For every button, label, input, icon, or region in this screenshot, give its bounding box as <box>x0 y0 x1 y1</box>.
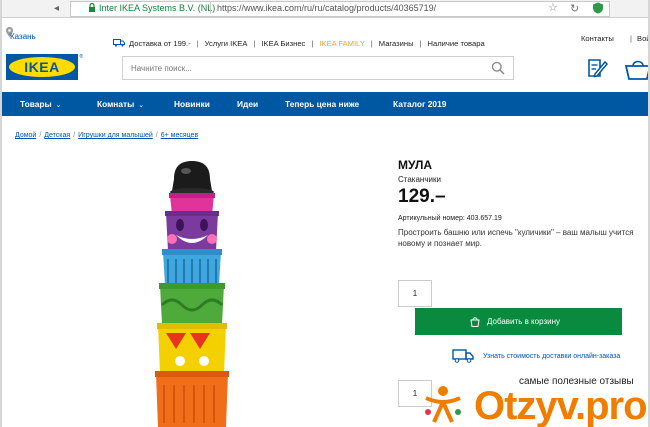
search-placeholder: Начните поиск... <box>131 64 192 73</box>
ikea-logo[interactable]: IKEA ® <box>6 54 83 80</box>
login-divider: | <box>630 34 632 43</box>
address-bar: ◂ Inter IKEA Systems B.V. (NL) https://w… <box>2 0 648 18</box>
quantity-value: 1 <box>412 289 418 298</box>
watermark-figure-icon <box>425 386 461 423</box>
search-icon[interactable] <box>491 61 505 75</box>
search-input[interactable]: Начните поиск... <box>122 56 514 80</box>
delivery-truck-icon <box>113 39 125 47</box>
product-subtitle: Стаканчики <box>398 175 441 184</box>
breadcrumb: Домой / Детская / Игрушки для малышей/6+ мес… <box>15 132 199 139</box>
add-to-cart-button[interactable]: Добавить в корзину <box>415 308 622 335</box>
chevron-down-icon: ⌄ <box>138 102 145 109</box>
nav-products[interactable]: Товары ⌄ <box>20 99 62 109</box>
product-price: 129.– <box>398 186 446 207</box>
breadcrumb-home[interactable]: Домой <box>15 132 36 139</box>
page: ◂ Inter IKEA Systems B.V. (NL) https://w… <box>0 0 650 427</box>
breadcrumb-age[interactable]: 6+ месяцев <box>161 132 198 139</box>
nav-new[interactable]: Новинки <box>174 99 210 109</box>
delivery-truck-icon <box>452 349 474 363</box>
article-number: Артикульный номер: 403.657.19 <box>398 215 502 222</box>
delivery-cost-link[interactable]: Узнать стоимость доставки онлайн-заказа <box>483 353 620 360</box>
add-to-cart-label: Добавить в корзину <box>487 317 561 326</box>
address-divider <box>210 2 211 14</box>
top-link-availability[interactable]: Наличие товара <box>428 39 485 48</box>
chevron-down-icon: ⌄ <box>55 102 62 109</box>
contacts-link[interactable]: Контакты <box>581 34 614 43</box>
bag-icon <box>470 317 480 327</box>
top-link-stores[interactable]: Магазины <box>379 39 414 48</box>
nav-rooms[interactable]: Комнаты ⌄ <box>97 99 144 109</box>
main-nav: Товары ⌄ Комнаты ⌄ Новинки Идеи Теперь цен… <box>2 92 648 116</box>
quantity-field[interactable]: 1 <box>398 280 432 307</box>
location-link[interactable]: Казань <box>10 32 36 41</box>
logo-registered: ® <box>79 54 83 60</box>
top-link-services[interactable]: Услуги IKEA <box>205 39 248 48</box>
product-name: МУЛА <box>398 158 433 172</box>
product-description: Простроить башню или испечь "куличики" –… <box>398 228 634 248</box>
breadcrumb-toys[interactable]: Игрушки для малышей <box>78 132 153 139</box>
nav-rooms-label: Комнаты <box>97 99 135 109</box>
nav-products-label: Товары <box>20 99 52 109</box>
shopping-list-icon[interactable] <box>586 57 608 79</box>
reload-icon[interactable]: ↻ <box>570 2 579 15</box>
org-badge: Inter IKEA Systems B.V. (NL) <box>99 3 216 13</box>
shopping-bag-icon[interactable] <box>624 57 650 81</box>
top-links: Доставка от 199.- | Услуги IKEA | IKEA Бизне… <box>113 39 485 48</box>
nav-lower-price[interactable]: Теперь цена ниже <box>285 99 359 109</box>
top-link-delivery[interactable]: Доставка от 199.- <box>129 39 191 48</box>
shield-icon[interactable] <box>592 2 604 14</box>
watermark-brand: Otzyv.pro <box>474 384 648 427</box>
nav-catalog[interactable]: Каталог 2019 <box>393 99 446 109</box>
top-link-family[interactable]: IKEA FAMILY <box>319 39 364 48</box>
logo-text: IKEA <box>24 59 60 75</box>
nav-ideas[interactable]: Идеи <box>237 99 258 109</box>
breadcrumb-kids[interactable]: Детская <box>44 132 70 139</box>
login-link[interactable]: Вой <box>637 34 648 43</box>
lock-icon <box>89 3 95 12</box>
bookmark-star-icon[interactable]: ☆ <box>548 1 558 14</box>
otzyv-watermark: самые полезные отзывы Otzyv.pro <box>422 372 648 427</box>
product-image[interactable] <box>152 155 232 427</box>
url-text[interactable]: https://www.ikea.com/ru/ru/catalog/produ… <box>217 3 436 13</box>
top-link-business[interactable]: IKEA Бизнес <box>261 39 305 48</box>
back-arrow-icon[interactable]: ◂ <box>54 3 59 14</box>
